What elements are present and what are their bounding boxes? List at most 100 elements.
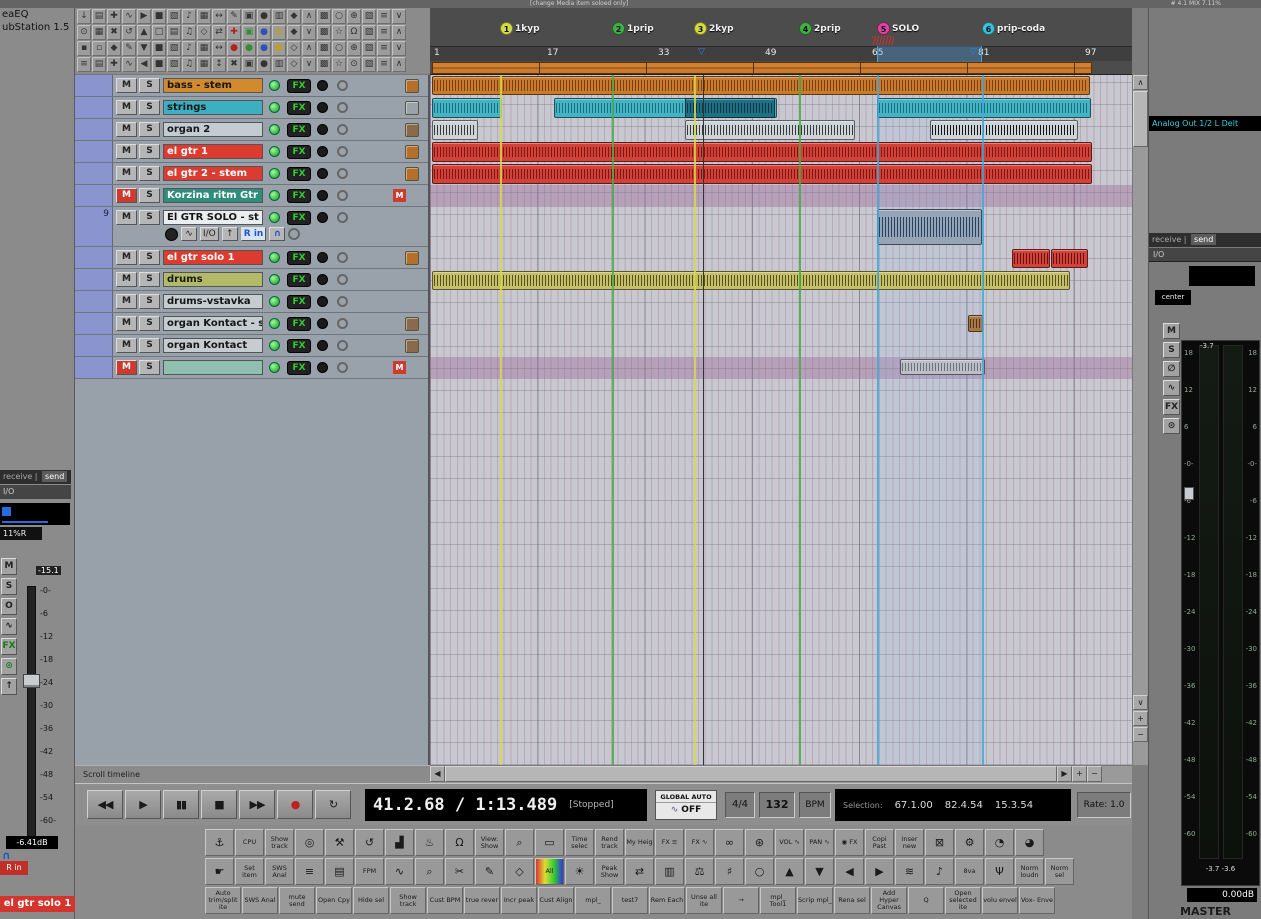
toolbar-button[interactable]: ◎	[295, 829, 324, 856]
record-arm-button[interactable]	[317, 212, 328, 223]
record-arm-button[interactable]	[317, 190, 328, 201]
receive-send-bar[interactable]: receive | send	[1149, 233, 1261, 247]
power-icon[interactable]	[269, 340, 280, 351]
toolbar-icon[interactable]: ✖	[227, 57, 241, 72]
toolbar-button[interactable]: ▤	[325, 858, 354, 885]
solo-button[interactable]: S	[139, 210, 160, 225]
toolbar-icon[interactable]: ≡	[77, 57, 91, 72]
toolbar-icon[interactable]: ◇	[287, 57, 301, 72]
toolbar-icon[interactable]: ✎	[227, 9, 241, 24]
toolbar-button[interactable]: ▶	[865, 858, 894, 885]
toolbar-icon[interactable]: ◆	[287, 9, 301, 24]
toolbar-button[interactable]: Norm sel	[1045, 858, 1074, 885]
toolbar-icon[interactable]: ▧	[167, 57, 181, 72]
volume-fader-handle[interactable]	[23, 674, 40, 688]
track-name[interactable]: el gtr solo 1	[163, 250, 263, 265]
toolbar-button[interactable]: Vox- Enve	[1019, 887, 1055, 914]
toolbar-icon[interactable]: ●	[257, 25, 271, 40]
toolbar-icon[interactable]: ✎	[122, 41, 136, 56]
fx-button[interactable]: FX	[287, 295, 311, 309]
power-icon[interactable]	[269, 252, 280, 263]
toolbar-icon[interactable]: ○	[332, 9, 346, 24]
toolbar-button[interactable]: SWS Anal	[242, 887, 278, 914]
transport-button[interactable]: ◀◀	[87, 790, 123, 819]
record-arm-button[interactable]	[317, 318, 328, 329]
toolbar-icon[interactable]: ◀	[137, 57, 151, 72]
media-item[interactable]	[685, 120, 855, 140]
fader-track[interactable]	[27, 586, 36, 838]
toolbar-button[interactable]: true rever	[464, 887, 500, 914]
solo-button[interactable]: S	[139, 250, 160, 265]
media-item[interactable]	[432, 120, 478, 140]
toolbar-icon[interactable]: ☆	[332, 57, 346, 72]
toolbar-button[interactable]: Time selec	[565, 829, 594, 856]
channel-button[interactable]: ↑	[1, 678, 17, 695]
transport-button[interactable]: ▶▶	[239, 790, 275, 819]
channel-button[interactable]: FX	[1, 638, 17, 655]
toolbar-button[interactable]: mute send	[279, 887, 315, 914]
toolbar-button[interactable]: Auto trim/split ite	[205, 887, 241, 914]
toolbar-button[interactable]: Set item	[235, 858, 264, 885]
toolbar-button[interactable]: ☛	[205, 858, 234, 885]
time-signature[interactable]: 4/4	[725, 792, 755, 818]
envelope-button[interactable]	[337, 318, 348, 329]
toolbar-icon[interactable]: ▦	[197, 41, 211, 56]
toolbar-button[interactable]: FX ∿	[685, 829, 714, 856]
mixer-track-label[interactable]: el gtr solo 1	[0, 896, 75, 912]
envelope-button[interactable]	[337, 212, 348, 223]
toolbar-button[interactable]: mpl_ Tool1	[760, 887, 796, 914]
toolbar-icon[interactable]: ↔	[212, 41, 226, 56]
power-icon[interactable]	[269, 168, 280, 179]
toolbar-button[interactable]: Hide sel	[353, 887, 389, 914]
toolbar-button[interactable]: ◀	[835, 858, 864, 885]
mute-button[interactable]: M	[116, 316, 137, 331]
track-color-strip[interactable]	[75, 269, 113, 290]
solo-button[interactable]: S	[139, 144, 160, 159]
toolbar-button[interactable]: Incr peak	[501, 887, 537, 914]
master-channel-button[interactable]: M	[1163, 323, 1180, 339]
power-icon[interactable]	[269, 146, 280, 157]
vzoom-in-button[interactable]: +	[1133, 711, 1148, 726]
envelope-button[interactable]	[337, 80, 348, 91]
toolbar-button[interactable]: ≡	[295, 858, 324, 885]
timeline-ruler[interactable]: 1 17 33 49 65 81 97 1 1kyp 2 1prip 3 2kyp 4 2p…	[430, 8, 1132, 75]
toolbar-button[interactable]: 8va	[955, 858, 984, 885]
mute-button[interactable]: M	[116, 100, 137, 115]
mute-button[interactable]: M	[116, 166, 137, 181]
channel-button[interactable]: ∿	[1, 618, 17, 635]
track-name[interactable]: organ Kontact	[163, 338, 263, 353]
mute-button[interactable]: M	[116, 250, 137, 265]
zoom-in-button[interactable]: +	[1072, 766, 1087, 782]
track-name[interactable]: drums	[163, 272, 263, 287]
toolbar-icon[interactable]: ↺	[122, 25, 136, 40]
toolbar-button[interactable]: Norm loudn	[1015, 858, 1044, 885]
envelope-button[interactable]	[337, 252, 348, 263]
toolbar-icon[interactable]: ↕	[212, 57, 226, 72]
toolbar-icon[interactable]: ♪	[182, 41, 196, 56]
toolbar-icon[interactable]: ●	[257, 41, 271, 56]
fx-chain-item[interactable]: eaEQ	[0, 8, 74, 21]
ruler-marker[interactable]: 1 1kyp	[500, 22, 540, 35]
toolbar-icon[interactable]: ▩	[317, 25, 331, 40]
toolbar-button[interactable]: ⊛	[745, 829, 774, 856]
toolbar-button[interactable]: ▲	[775, 858, 804, 885]
toolbar-icon[interactable]: ∨	[392, 41, 406, 56]
solo-button[interactable]: S	[139, 360, 160, 375]
ruler-marker[interactable]: 2 1prip	[612, 22, 654, 35]
toolbar-button[interactable]: ♯	[715, 858, 744, 885]
track-color-strip[interactable]	[75, 141, 113, 162]
toolbar-button[interactable]: ▭	[535, 829, 564, 856]
toolbar-button[interactable]: ⊠	[925, 829, 954, 856]
toolbar-icon[interactable]: □	[152, 25, 166, 40]
toolbar-button[interactable]: FPM	[355, 858, 384, 885]
solo-button[interactable]: S	[139, 188, 160, 203]
scroll-up-button[interactable]: ∧	[1133, 75, 1148, 90]
toolbar-icon[interactable]: ▧	[167, 9, 181, 24]
toolbar-button[interactable]: ⌕	[505, 829, 534, 856]
toolbar-icon[interactable]: ∿	[122, 57, 136, 72]
toolbar-button[interactable]: CPU	[235, 829, 264, 856]
bar-number-band[interactable]	[430, 46, 1132, 61]
toolbar-icon[interactable]: ≡	[377, 25, 391, 40]
toolbar-icon[interactable]: ▨	[362, 25, 376, 40]
toolbar-icon[interactable]: ▫	[92, 41, 106, 56]
